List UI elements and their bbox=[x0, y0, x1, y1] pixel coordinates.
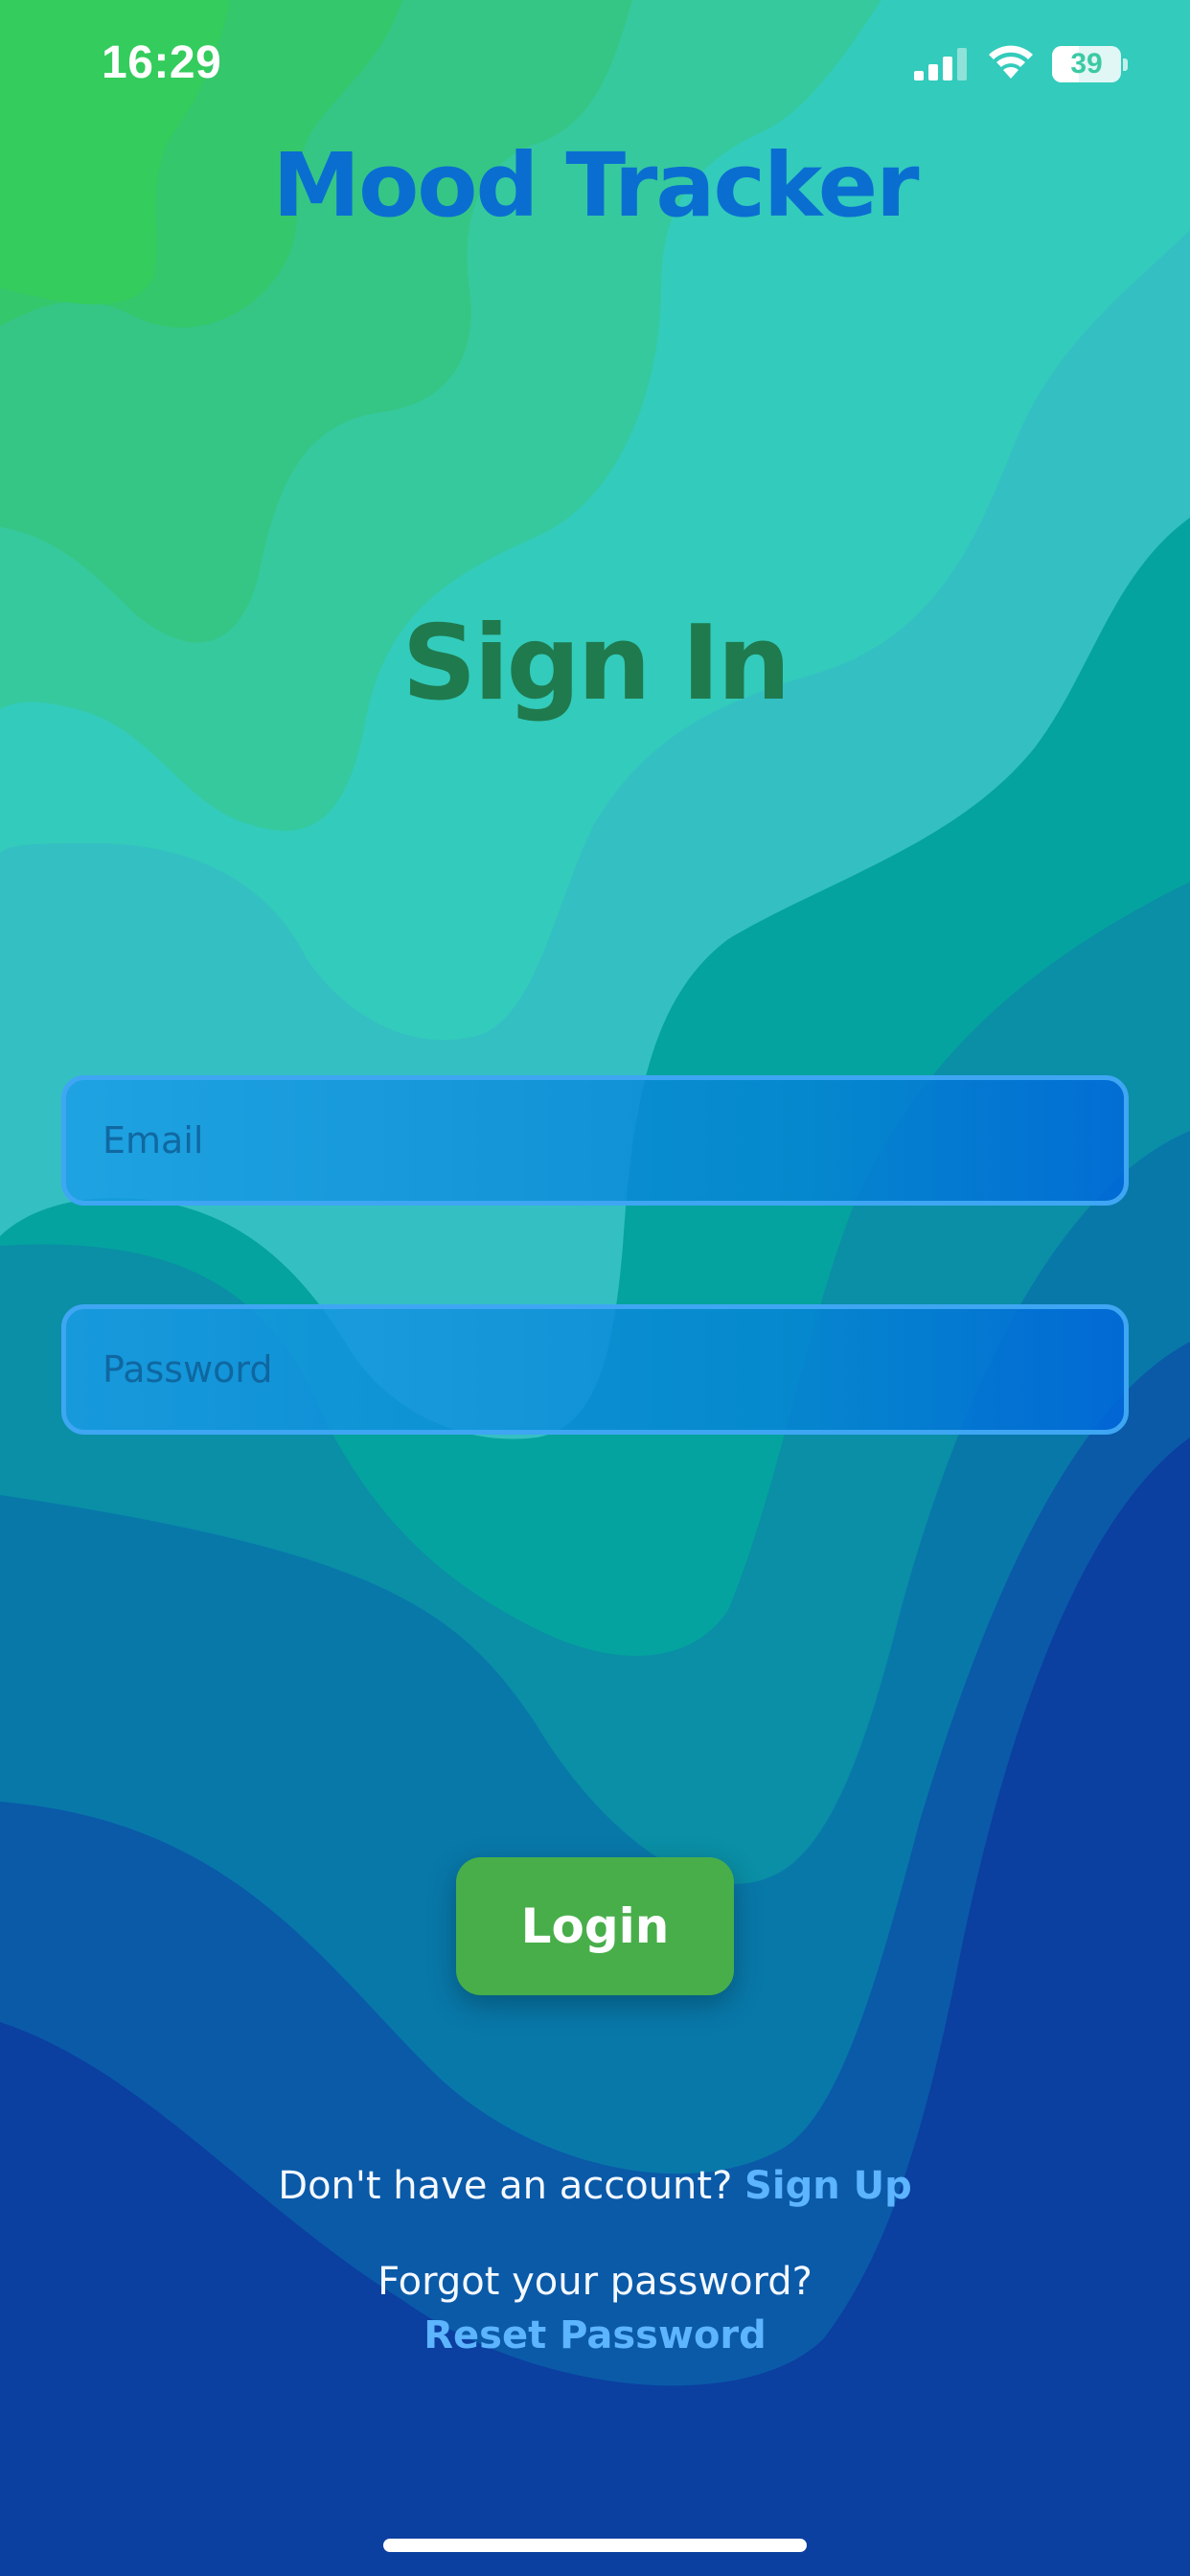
battery-icon: 39 bbox=[1052, 46, 1129, 82]
password-input[interactable] bbox=[66, 1309, 1124, 1430]
email-field[interactable] bbox=[61, 1075, 1129, 1206]
sign-up-link[interactable]: Sign Up bbox=[744, 2164, 912, 2208]
battery-cap bbox=[1123, 58, 1128, 71]
home-indicator[interactable] bbox=[383, 2539, 807, 2552]
reset-password-link[interactable]: Reset Password bbox=[423, 2313, 767, 2358]
signup-prompt-line: Don't have an account? Sign Up bbox=[0, 2164, 1190, 2208]
wifi-icon bbox=[989, 45, 1033, 79]
battery-percent: 39 bbox=[1070, 48, 1103, 80]
app-title: Mood Tracker bbox=[272, 134, 920, 237]
sign-in-screen: 16:29 39 Mood Tracker Sign In Login Don'… bbox=[0, 0, 1190, 2576]
email-input[interactable] bbox=[66, 1080, 1124, 1201]
login-button[interactable]: Login bbox=[456, 1857, 734, 1995]
page-title: Sign In bbox=[401, 604, 791, 724]
status-bar: 16:29 39 bbox=[0, 0, 1190, 125]
reset-password-line: Reset Password bbox=[0, 2313, 1190, 2358]
forgot-password-text: Forgot your password? bbox=[378, 2260, 812, 2304]
password-field[interactable] bbox=[61, 1304, 1129, 1435]
signal-icon bbox=[914, 48, 967, 80]
status-time: 16:29 bbox=[102, 37, 222, 88]
signup-prompt-text: Don't have an account? bbox=[278, 2164, 733, 2208]
